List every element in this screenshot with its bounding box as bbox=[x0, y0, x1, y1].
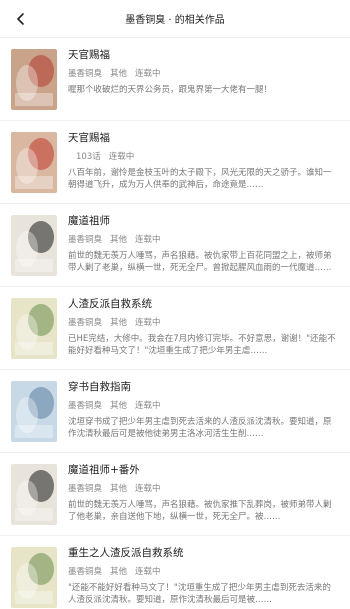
book-status: 连载中 bbox=[135, 567, 161, 577]
book-status: 连载中 bbox=[135, 401, 161, 411]
book-category: 其他 bbox=[110, 318, 128, 328]
book-author: 墨香铜臭 bbox=[68, 235, 103, 245]
book-cover[interactable] bbox=[11, 464, 57, 525]
book-cover[interactable] bbox=[11, 49, 57, 110]
book-title[interactable]: 魔道祖师+番外 bbox=[68, 463, 336, 477]
book-status: 连载中 bbox=[135, 318, 161, 328]
book-cover-image bbox=[11, 132, 57, 193]
book-description: 八百年前，谢怜是金枝玉叶的太子殿下，风光无限的天之骄子。谁知一朝得道飞升，成为万… bbox=[68, 168, 332, 190]
book-category: 其他 bbox=[110, 235, 128, 245]
book-description: 喔那个收破烂的天界公务员，跟鬼界第一大佬有一腿！ bbox=[68, 85, 273, 95]
top-bar: 墨香铜臭 · 的相关作品 bbox=[0, 0, 350, 38]
book-category: 103话 bbox=[76, 152, 101, 162]
book-category: 其他 bbox=[110, 401, 128, 411]
book-list-item[interactable]: 重生之人渣反派自救系统 墨香铜臭 其他 连载中 "还能不能好好看种马文了！"沈垣重生成了… bbox=[0, 536, 350, 609]
book-title[interactable]: 重生之人渣反派自救系统 bbox=[68, 546, 336, 560]
book-list: 天官赐福 墨香铜臭 其他 连载中 喔那个收破烂的天界公务员，跟鬼界第一大佬有一腿！ 天官赐… bbox=[0, 38, 350, 609]
book-cover[interactable] bbox=[11, 381, 57, 442]
book-status: 连载中 bbox=[135, 69, 161, 79]
book-info: 穿书自救指南 墨香铜臭 其他 连载中 沈垣穿书成了把少年男主虐到死去活来的人渣反派沈清秋… bbox=[68, 380, 336, 440]
book-description: "还能不能好好看种马文了！"沈垣重生成了把少年男主虐到死去活来的人渣反派沈清秋。… bbox=[68, 583, 331, 605]
book-info: 魔道祖师+番外 墨香铜臭 其他 连载中 前世的魏无羡万人唾骂，声名狼藉。被仇家推下乱葬岗… bbox=[68, 463, 336, 523]
book-cover-image bbox=[11, 298, 57, 359]
book-description: 前世的魏无羡万人唾骂，声名狼藉。被仇家带上百花同盟之上，被师弟带人剿了老巢，纵横… bbox=[68, 251, 332, 273]
book-info: 重生之人渣反派自救系统 墨香铜臭 其他 连载中 "还能不能好好看种马文了！"沈垣重生成了… bbox=[68, 546, 336, 606]
book-meta: 墨香铜臭 其他 连载中 bbox=[68, 69, 336, 80]
book-cover-image bbox=[11, 464, 57, 525]
book-description: 前世的魏无羡万人唾骂，声名狼藉。被仇家推下乱葬岗，被师弟带人剿了他老巢，亲自送他… bbox=[68, 500, 332, 522]
book-cover[interactable] bbox=[11, 547, 57, 608]
page-title: 墨香铜臭 · 的相关作品 bbox=[125, 15, 225, 26]
book-list-item[interactable]: 魔道祖师墨香铜臭 其他 连载中前世的魏无羡万人唾骂，声名狼藉。被仇家带上百花同盟之上… bbox=[0, 204, 350, 287]
book-list-item[interactable]: 人渣反派自救系统 墨香铜臭 其他 连载中 已HE完结，大修中。我会在7月内修订完毕。不好… bbox=[0, 287, 350, 370]
book-list-item[interactable]: 穿书自救指南 墨香铜臭 其他 连载中 沈垣穿书成了把少年男主虐到死去活来的人渣反派沈清秋… bbox=[0, 370, 350, 453]
book-author: 墨香铜臭 bbox=[68, 484, 103, 494]
book-title[interactable]: 天官赐福 bbox=[68, 48, 336, 62]
book-list-item[interactable]: 天官赐福 103话 连载中八百年前，谢怜是金枝玉叶的太子殿下，风光无限的天之骄子。谁… bbox=[0, 121, 350, 204]
book-cover-image bbox=[11, 381, 57, 442]
book-cover[interactable] bbox=[11, 132, 57, 193]
book-cover-image bbox=[11, 547, 57, 608]
book-description: 沈垣穿书成了把少年男主虐到死去活来的人渣反派沈清秋。要知道，原作沈清秋最后可是被… bbox=[68, 417, 332, 439]
book-category: 其他 bbox=[110, 69, 128, 79]
book-info: 天官赐福 103话 连载中八百年前，谢怜是金枝玉叶的太子殿下，风光无限的天之骄子。谁… bbox=[68, 131, 336, 191]
book-cover[interactable] bbox=[11, 215, 57, 276]
book-info: 天官赐福 墨香铜臭 其他 连载中 喔那个收破烂的天界公务员，跟鬼界第一大佬有一腿！ bbox=[68, 48, 336, 96]
book-author: 墨香铜臭 bbox=[68, 69, 103, 79]
book-meta: 墨香铜臭 其他 连载中 bbox=[68, 484, 336, 495]
book-title[interactable]: 人渣反派自救系统 bbox=[68, 297, 336, 311]
book-meta: 103话 连载中 bbox=[68, 152, 336, 163]
book-category: 其他 bbox=[110, 484, 128, 494]
book-status: 连载中 bbox=[135, 484, 161, 494]
book-author: 墨香铜臭 bbox=[68, 567, 103, 577]
book-author: 墨香铜臭 bbox=[68, 318, 103, 328]
book-meta: 墨香铜臭 其他 连载中 bbox=[68, 567, 336, 578]
book-meta: 墨香铜臭 其他 连载中 bbox=[68, 318, 336, 329]
book-cover[interactable] bbox=[11, 298, 57, 359]
book-cover-image bbox=[11, 49, 57, 110]
book-title[interactable]: 穿书自救指南 bbox=[68, 380, 336, 394]
book-author: 墨香铜臭 bbox=[68, 401, 103, 411]
book-info: 魔道祖师墨香铜臭 其他 连载中前世的魏无羡万人唾骂，声名狼藉。被仇家带上百花同盟之上… bbox=[68, 214, 336, 274]
book-description: 已HE完结，大修中。我会在7月内修订完毕。不好意思，谢谢！"还能不能好好看种马文… bbox=[68, 334, 336, 356]
book-category: 其他 bbox=[110, 567, 128, 577]
book-cover-image bbox=[11, 215, 57, 276]
book-title[interactable]: 魔道祖师 bbox=[68, 214, 336, 228]
book-title[interactable]: 天官赐福 bbox=[68, 131, 336, 145]
book-status: 连载中 bbox=[135, 235, 161, 245]
book-status: 连载中 bbox=[108, 152, 135, 162]
book-meta: 墨香铜臭 其他 连载中 bbox=[68, 401, 336, 412]
book-list-item[interactable]: 天官赐福 墨香铜臭 其他 连载中 喔那个收破烂的天界公务员，跟鬼界第一大佬有一腿！ bbox=[0, 38, 350, 121]
book-list-item[interactable]: 魔道祖师+番外 墨香铜臭 其他 连载中 前世的魏无羡万人唾骂，声名狼藉。被仇家推下乱葬岗… bbox=[0, 453, 350, 536]
book-info: 人渣反派自救系统 墨香铜臭 其他 连载中 已HE完结，大修中。我会在7月内修订完毕。不好… bbox=[68, 297, 336, 357]
book-meta: 墨香铜臭 其他 连载中 bbox=[68, 235, 336, 246]
